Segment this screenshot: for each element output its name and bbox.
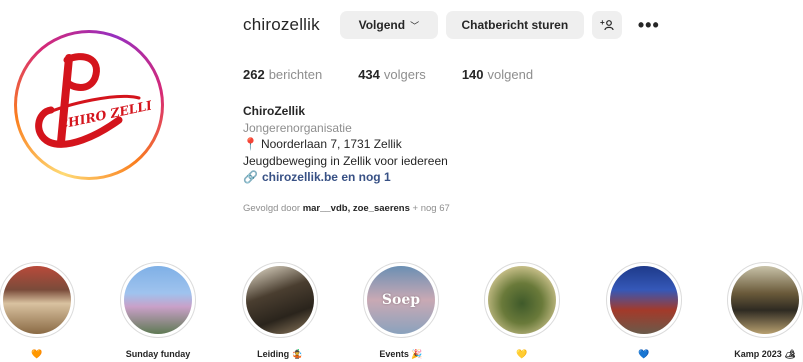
chevron-down-icon: ﹀ bbox=[410, 20, 420, 31]
following-label: Volgend bbox=[358, 18, 406, 32]
profile-avatar-ring[interactable]: CHIRO ZELLIK bbox=[14, 30, 164, 180]
highlight-thumbnail bbox=[731, 266, 799, 334]
username: chirozellik bbox=[243, 15, 320, 34]
following-button[interactable]: Volgend ﹀ bbox=[339, 11, 438, 39]
soep-text: Soep bbox=[381, 292, 421, 308]
story-highlight[interactable]: Kamp 2023 🏕 bbox=[725, 262, 803, 362]
highlight-thumbnail bbox=[124, 266, 192, 334]
story-highlight[interactable]: Sunday funday bbox=[118, 262, 198, 362]
highlight-label: 💛 bbox=[516, 349, 528, 359]
highlight-label: Sunday funday bbox=[125, 349, 191, 359]
location-pin-icon: 📍 bbox=[243, 137, 258, 151]
send-message-button[interactable]: Chatbericht sturen bbox=[445, 11, 584, 39]
following-stat[interactable]: 140 volgend bbox=[462, 67, 533, 82]
profile-link[interactable]: 🔗 chirozellik.be en nog 1 bbox=[243, 169, 448, 186]
highlight-label: 🧡 bbox=[31, 349, 43, 359]
add-user-icon[interactable]: + bbox=[591, 11, 622, 39]
profile-stats: 262 berichten 434 volgers 140 volgend bbox=[243, 67, 569, 82]
svg-text:+: + bbox=[600, 19, 605, 27]
story-highlight[interactable]: 💙 bbox=[604, 262, 684, 362]
highlight-label: Leiding 🤹 bbox=[257, 349, 303, 359]
highlight-thumbnail bbox=[3, 266, 71, 334]
profile-description: Jeugdbeweging in Zellik voor iedereen bbox=[243, 153, 448, 168]
profile-address[interactable]: 📍 Noorderlaan 7, 1731 Zellik bbox=[243, 136, 448, 153]
posts-stat: 262 berichten bbox=[243, 67, 323, 82]
more-options-icon[interactable]: ••• bbox=[638, 15, 660, 36]
avatar: CHIRO ZELLIK bbox=[21, 37, 157, 173]
story-highlight[interactable]: Soep Events 🎉 bbox=[361, 262, 441, 362]
story-highlight[interactable]: 🧡 bbox=[0, 262, 77, 362]
link-icon: 🔗 bbox=[243, 170, 258, 184]
highlight-label: 💙 bbox=[638, 349, 650, 359]
highlight-label: Events 🎉 bbox=[379, 349, 423, 359]
profile-bio: ChiroZellik Jongerenorganisatie 📍 Noorder… bbox=[243, 103, 448, 186]
followers-stat[interactable]: 434 volgers bbox=[358, 67, 426, 82]
profile-header-row: chirozellik Volgend ﹀ Chatbericht sturen… bbox=[243, 10, 660, 40]
profile-category: Jongerenorganisatie bbox=[243, 120, 352, 135]
profile-name: ChiroZellik bbox=[243, 104, 306, 118]
story-highlight[interactable]: Leiding 🤹 bbox=[240, 262, 320, 362]
chiro-zellik-logo: CHIRO ZELLIK bbox=[35, 53, 151, 148]
highlight-thumbnail bbox=[610, 266, 678, 334]
highlight-thumbnail bbox=[488, 266, 556, 334]
highlight-label: Kamp 2023 🏕 bbox=[734, 349, 796, 359]
highlight-thumbnail: Soep bbox=[367, 266, 435, 334]
highlight-thumbnail bbox=[246, 266, 314, 334]
followed-by[interactable]: Gevolgd door mar__vdb, zoe_saerens + nog… bbox=[243, 203, 450, 214]
followed-by-names: mar__vdb, zoe_saerens bbox=[302, 203, 410, 214]
story-highlight[interactable]: 💛 bbox=[482, 262, 562, 362]
